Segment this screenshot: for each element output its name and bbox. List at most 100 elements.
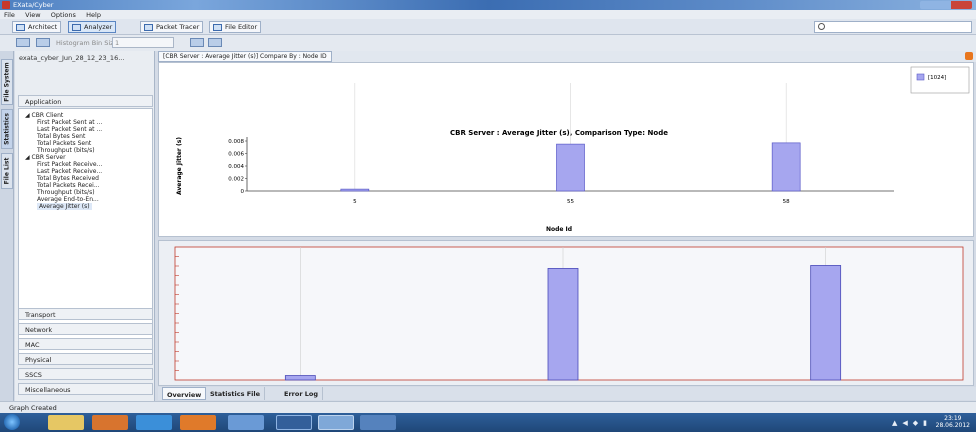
- menu-file[interactable]: File: [0, 10, 19, 19]
- tree-item[interactable]: First Packet Sent at ...: [37, 119, 102, 126]
- section-physical[interactable]: Physical: [18, 353, 153, 365]
- bar: [340, 188, 370, 192]
- tree-node-cbr-client[interactable]: ◢ CBR Client: [25, 112, 63, 119]
- histogram-bin-input[interactable]: 1: [112, 37, 174, 48]
- tree-item[interactable]: Total Bytes Sent: [37, 133, 85, 140]
- y-tick-label: 0.002: [228, 177, 244, 183]
- architect-button[interactable]: Architect: [12, 21, 62, 33]
- search-input[interactable]: [814, 21, 972, 33]
- chart-panel: CBR Server : Average Jitter (s), Compari…: [158, 62, 974, 237]
- packet-tracer-label: Packet Tracer: [156, 23, 200, 31]
- start-button[interactable]: [4, 414, 20, 430]
- overview-bar: [810, 265, 842, 381]
- dell-icon[interactable]: [228, 415, 264, 430]
- app-icon: [2, 1, 10, 9]
- tree-item[interactable]: Throughput (bits/s): [37, 147, 95, 154]
- statistics-tree: ◢ CBR Client First Packet Sent at ... La…: [18, 108, 153, 358]
- tree-item[interactable]: Total Packets Recei...: [37, 182, 100, 189]
- clock[interactable]: 23:19 28.06.2012: [936, 415, 970, 429]
- tree-item-selected[interactable]: Average Jitter (s): [37, 203, 92, 210]
- analyzer-button[interactable]: Analyzer: [68, 21, 117, 33]
- open-file-icon[interactable]: [36, 38, 50, 47]
- section-miscellaneous[interactable]: Miscellaneous: [18, 383, 153, 395]
- export-chart-icon[interactable]: [208, 38, 222, 47]
- scenario-name: exata_cyber_Jun_28_12_23_16...: [19, 54, 125, 62]
- window-control-buttons[interactable]: [920, 1, 972, 9]
- window-title-bar: EXata/Cyber: [0, 0, 976, 10]
- overview-bar: [547, 268, 579, 381]
- tab-statistics[interactable]: Statistics: [1, 109, 13, 149]
- tree-node-label: CBR Server: [31, 154, 66, 161]
- app-icon-2[interactable]: [360, 415, 396, 430]
- clock-date: 28.06.2012: [935, 422, 970, 429]
- tree-item[interactable]: Total Packets Sent: [37, 140, 91, 147]
- tree-item[interactable]: Average End-to-En...: [37, 196, 99, 203]
- y-tick-label: 0.006: [228, 152, 244, 158]
- tab-file-system[interactable]: File System: [1, 59, 13, 105]
- vertical-tab-strip: File System Statistics File List: [0, 51, 14, 401]
- x-tick-label: 55: [567, 199, 574, 205]
- overview-bar: [284, 375, 316, 381]
- y-axis-label: Average Jitter (s): [176, 137, 183, 195]
- status-text: Graph Created: [9, 404, 57, 412]
- windows-taskbar: ▲◀◆▮ 23:19 28.06.2012: [0, 413, 976, 432]
- section-network[interactable]: Network: [18, 323, 153, 335]
- analyzer-toolbar: Histogram Bin Size 1: [0, 35, 976, 51]
- explorer-icon[interactable]: [48, 415, 84, 430]
- tab-statistics-file[interactable]: Statistics File: [206, 387, 266, 400]
- section-transport[interactable]: Transport: [18, 308, 153, 320]
- chart-tab[interactable]: [CBR Server : Average Jitter (s)] Compar…: [158, 51, 332, 62]
- chart-tab-bar: [CBR Server : Average Jitter (s)] Compar…: [158, 51, 976, 62]
- analyzer-label: Analyzer: [84, 23, 113, 31]
- legend-label: [1024]: [928, 75, 946, 81]
- analyzer-icon: [72, 24, 81, 31]
- menu-view[interactable]: View: [21, 10, 44, 19]
- status-bar: Graph Created: [0, 401, 976, 413]
- legend-swatch: [916, 73, 925, 81]
- x-tick-label: 5: [353, 199, 357, 205]
- y-tick-label: 0.008: [228, 139, 244, 145]
- tab-error-log[interactable]: Error Log: [280, 387, 324, 400]
- search-icon: [818, 23, 825, 30]
- tree-item[interactable]: Throughput (bits/s): [37, 189, 95, 196]
- histogram-bin-label: Histogram Bin Size: [56, 39, 118, 47]
- section-mac[interactable]: MAC: [18, 338, 153, 350]
- x-tick-label: 58: [783, 199, 790, 205]
- main-toolbar: Architect Analyzer Packet Tracer File Ed…: [0, 19, 976, 35]
- tab-file-list[interactable]: File List: [1, 153, 13, 189]
- statistics-panel: exata_cyber_Jun_28_12_23_16... Applicati…: [15, 51, 155, 401]
- system-tray[interactable]: ▲◀◆▮: [892, 419, 932, 427]
- tab-overview[interactable]: Overview: [162, 387, 207, 400]
- tree-node-label: CBR Client: [31, 112, 64, 119]
- file-editor-button[interactable]: File Editor: [209, 21, 262, 33]
- tab-statistics-label: Statistics: [3, 113, 11, 145]
- tree-node-cbr-server[interactable]: ◢ CBR Server: [25, 154, 66, 161]
- tree-item[interactable]: Last Packet Sent at ...: [37, 126, 102, 133]
- overview-chart: [174, 246, 964, 381]
- architect-label: Architect: [28, 23, 58, 31]
- folder-icon[interactable]: [16, 38, 30, 47]
- packet-tracer-icon: [144, 24, 153, 31]
- tree-item[interactable]: Total Bytes Received: [37, 175, 99, 182]
- close-icon[interactable]: [965, 52, 973, 60]
- media-player-icon[interactable]: [92, 415, 128, 430]
- tree-item[interactable]: First Packet Receive...: [37, 161, 102, 168]
- menu-options[interactable]: Options: [47, 10, 80, 19]
- menu-help[interactable]: Help: [82, 10, 105, 19]
- y-tick-label: 0: [241, 189, 245, 195]
- x-axis-label: Node Id: [546, 226, 572, 233]
- bar-chart-icon[interactable]: [190, 38, 204, 47]
- tree-item[interactable]: Last Packet Receive...: [37, 168, 102, 175]
- app-window-icon[interactable]: [276, 415, 312, 430]
- bar: [771, 142, 801, 192]
- overview-panel: [158, 240, 974, 386]
- internet-explorer-icon[interactable]: [136, 415, 172, 430]
- section-application[interactable]: Application: [18, 95, 153, 107]
- bar: [556, 143, 585, 192]
- firefox-icon[interactable]: [180, 415, 216, 430]
- file-editor-label: File Editor: [225, 23, 258, 31]
- packet-tracer-button[interactable]: Packet Tracer: [140, 21, 204, 33]
- y-tick-label: 0.004: [228, 164, 244, 170]
- section-sscs[interactable]: SSCS: [18, 368, 153, 380]
- exata-icon[interactable]: [318, 415, 354, 430]
